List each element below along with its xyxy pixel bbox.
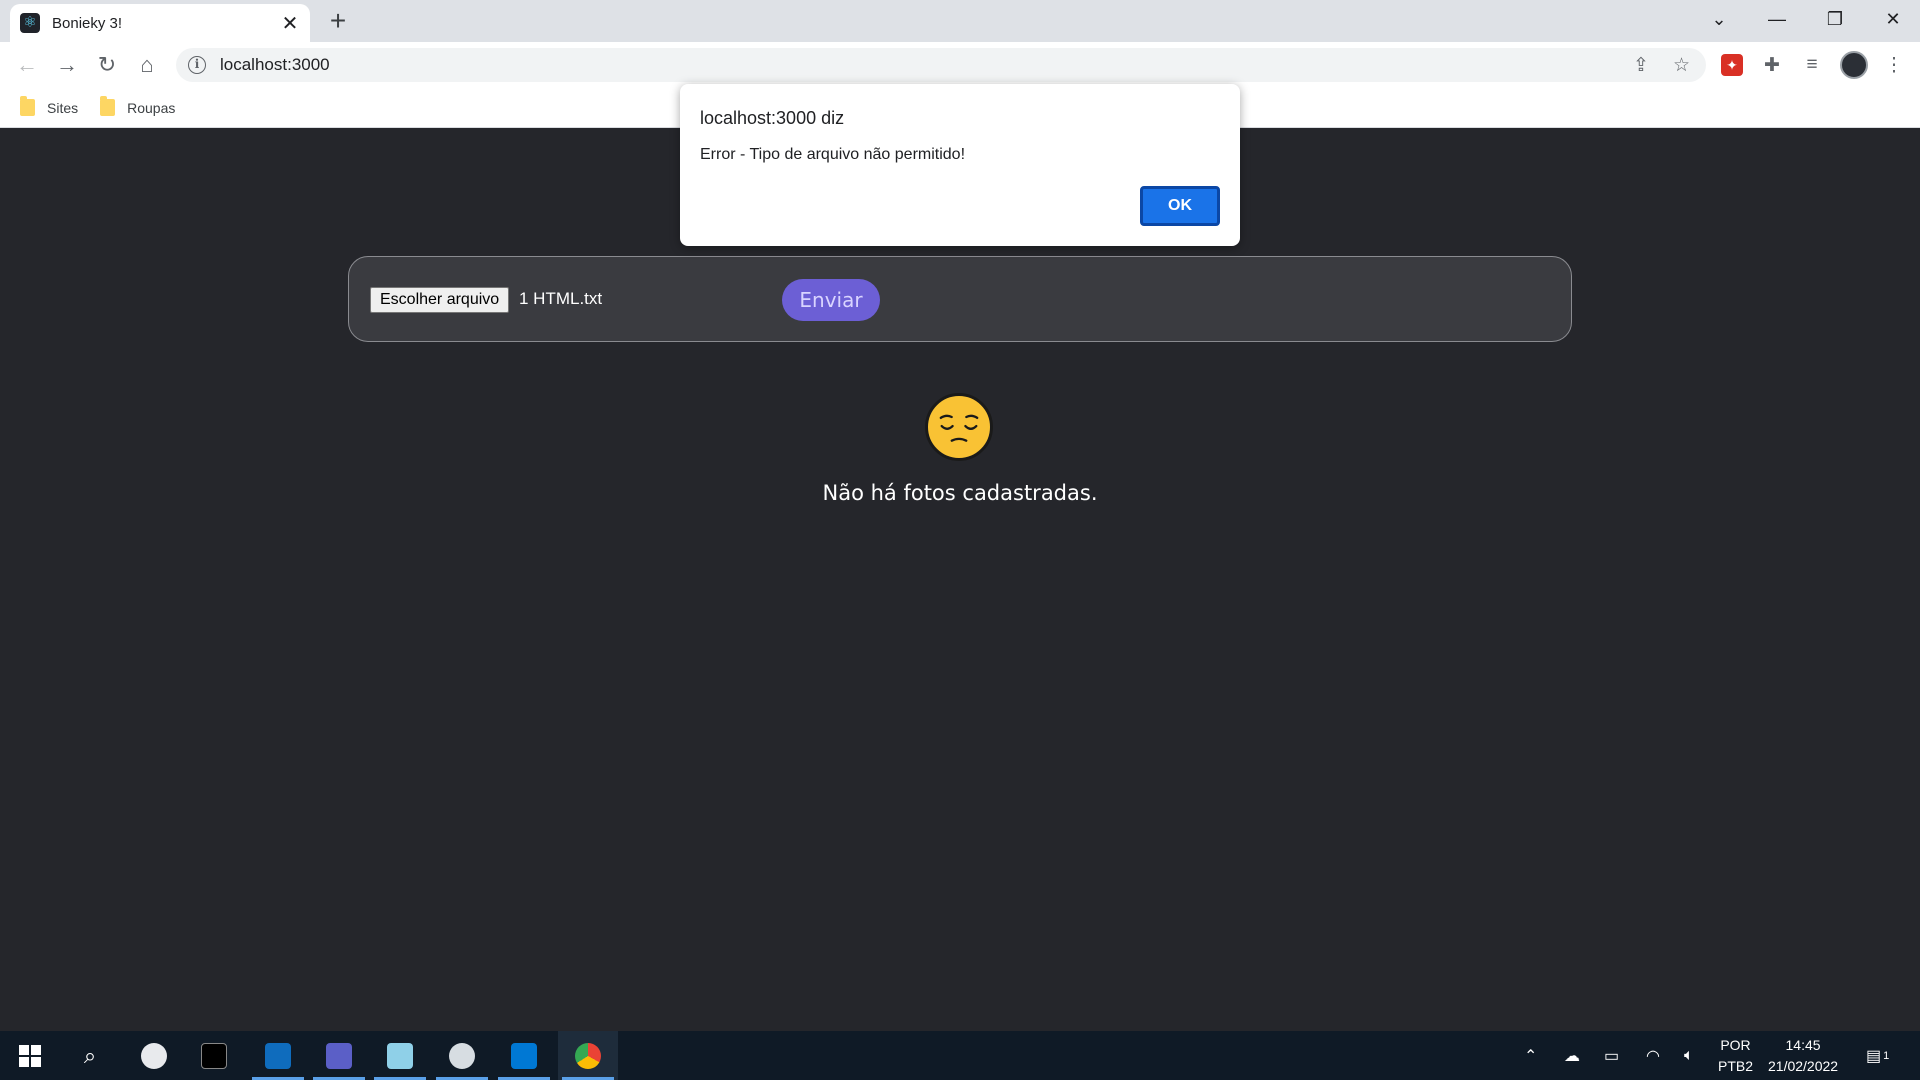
folder-icon [100,96,116,116]
bookmark-star-icon[interactable]: ☆ [1673,54,1690,77]
bookmark-folder-sites[interactable]: Sites [20,96,79,116]
choose-file-button[interactable]: Escolher arquivo [370,287,510,313]
share-icon[interactable]: ⇪ [1633,54,1649,77]
dialog-message: Error - Tipo de arquivo não permitido! [700,146,966,163]
volume-icon[interactable]: 🔈︎ [1684,1031,1694,1080]
keyboard-layout: PTB2 [1718,1057,1754,1074]
notes-app-icon[interactable] [370,1031,430,1080]
menu-kebab-icon[interactable]: ⋮ [1874,42,1914,88]
restore-button[interactable]: ❐ [1806,0,1864,38]
clock-time: 14:45 [1785,1036,1821,1053]
sad-face-icon [925,393,993,461]
snipping-tool-icon[interactable] [124,1031,184,1080]
vscode-icon[interactable] [494,1031,554,1080]
tab-close-icon[interactable]: ✕ [280,11,300,36]
upload-form: Escolher arquivo 1 HTML.txt Enviar [348,256,1572,342]
address-bar[interactable]: i localhost:3000 ⇪ ☆ [176,48,1706,82]
windows-taskbar: ⌕ ⌃ ☁ ▭ ◠ 🔈︎ POR PTB2 14:45 21/02/2022 ▤… [0,1031,1920,1080]
browser-tab[interactable]: ⚛ Bonieky 3! ✕ [10,4,310,42]
search-icon[interactable]: ⌕ [60,1031,120,1080]
show-hidden-icons-icon[interactable]: ⌃ [1524,1031,1537,1080]
browser-toolbar: ← → ↻ ⌂ i localhost:3000 ⇪ ☆ ✦ ✚ ≡ ⋮ [0,42,1920,88]
language-indicator[interactable]: POR PTB2 [1718,1031,1753,1080]
notifications-icon[interactable]: ▤ 1 [1866,1031,1889,1080]
outlook-icon[interactable] [248,1031,308,1080]
windows-start-icon[interactable] [0,1031,60,1080]
page-content: Escolher arquivo 1 HTML.txt Enviar Não h… [0,129,1920,1031]
close-window-button[interactable]: ✕ [1864,0,1920,38]
bookmark-label: Sites [47,99,79,116]
back-icon[interactable]: ← [7,52,47,78]
paint-icon[interactable] [432,1031,492,1080]
tab-search-icon[interactable]: ⌄ [1690,0,1748,38]
minimize-button[interactable]: — [1748,0,1806,38]
browser-tabbar: ⚛ Bonieky 3! ✕ + ⌄ — ❐ ✕ [0,0,1920,42]
extensions-puzzle-icon[interactable]: ✚ [1752,42,1792,88]
battery-icon[interactable]: ▭ [1604,1031,1619,1080]
new-tab-button[interactable]: + [324,5,352,37]
site-info-icon[interactable]: i [188,56,206,74]
submit-button[interactable]: Enviar [782,279,880,321]
notification-count: 1 [1883,1049,1890,1062]
reload-icon[interactable]: ↻ [87,52,127,78]
react-logo-icon: ⚛ [20,13,40,33]
chrome-icon[interactable] [558,1031,618,1080]
clock[interactable]: 14:45 21/02/2022 [1768,1031,1838,1080]
wifi-icon[interactable]: ◠ [1646,1031,1660,1080]
folder-icon [20,96,35,116]
tab-title: Bonieky 3! [52,14,123,32]
alert-dialog: localhost:3000 diz Error - Tipo de arqui… [680,84,1240,246]
onedrive-icon[interactable]: ☁ [1564,1031,1580,1080]
home-icon[interactable]: ⌂ [127,52,167,78]
ok-button[interactable]: OK [1140,186,1220,226]
dialog-title: localhost:3000 diz [700,108,845,128]
terminal-icon[interactable] [184,1031,244,1080]
extension-icon[interactable]: ✦ [1712,42,1752,88]
selected-file-name: 1 HTML.txt [519,289,603,308]
bookmark-folder-roupas[interactable]: Roupas [100,96,176,116]
empty-state-message: Não há fotos cadastradas. [822,481,1098,505]
clock-date: 21/02/2022 [1768,1057,1839,1074]
bookmark-label: Roupas [127,99,176,116]
teams-icon[interactable] [309,1031,369,1080]
profile-avatar[interactable] [1834,42,1874,88]
media-control-icon[interactable]: ≡ [1792,42,1832,88]
language-code: POR [1720,1036,1751,1053]
address-url[interactable]: localhost:3000 [220,55,330,75]
forward-icon[interactable]: → [47,52,87,78]
